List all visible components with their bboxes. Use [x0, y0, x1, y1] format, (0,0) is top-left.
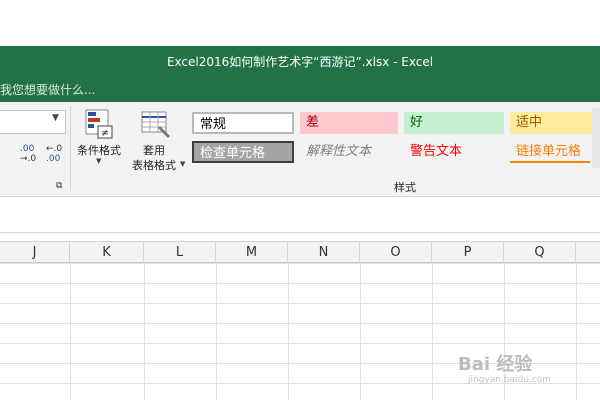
column-header-j[interactable]: J: [0, 242, 70, 263]
style-check-cell-label: 检查单元格: [200, 146, 266, 161]
window-title: Excel2016如何制作艺术字“西游记”.xlsx - Excel: [166, 55, 434, 69]
watermark-url: jingyan.baidu.com: [468, 375, 552, 385]
styles-group-label: 样式: [394, 181, 416, 194]
style-good-label: 好: [410, 115, 424, 130]
style-warning[interactable]: 警告文本: [404, 141, 504, 163]
style-check-cell[interactable]: 检查单元格: [192, 141, 294, 163]
style-normal-label: 常规: [200, 117, 227, 132]
column-header-l[interactable]: L: [144, 242, 216, 263]
style-neutral[interactable]: 适中: [510, 112, 600, 134]
style-bad[interactable]: 差: [300, 112, 398, 134]
increase-decimal-top: .00: [20, 144, 35, 154]
grid-line: [144, 263, 145, 400]
format-as-table-label-2: 表格格式: [132, 159, 176, 172]
conditional-formatting-icon: ≠: [85, 109, 113, 139]
increase-decimal-button[interactable]: .00 →.0: [20, 144, 40, 164]
column-header-q[interactable]: Q: [504, 242, 576, 263]
chevron-down-icon: ▼: [96, 157, 102, 165]
svg-text:≠: ≠: [101, 128, 109, 139]
style-explanatory-label: 解释性文本: [306, 144, 372, 159]
grid-line: [576, 263, 577, 400]
grid-line: [216, 263, 217, 400]
top-margin: [0, 0, 600, 46]
style-linked-cell[interactable]: 链接单元格: [510, 141, 590, 163]
formula-bar[interactable]: [0, 205, 600, 233]
style-normal[interactable]: 常规: [192, 112, 294, 134]
chevron-down-icon[interactable]: ▼: [52, 113, 59, 123]
tell-me-search[interactable]: 我您想要做什么...: [0, 81, 95, 98]
group-divider: [70, 106, 71, 191]
gallery-scrollbar[interactable]: [592, 108, 600, 168]
style-bad-label: 差: [306, 115, 320, 130]
watermark-logo: Bai 经验: [458, 354, 533, 375]
grid-line: [288, 263, 289, 400]
column-header-k[interactable]: K: [70, 242, 144, 263]
conditional-formatting-label: 条件格式: [77, 144, 121, 157]
column-header-m[interactable]: M: [216, 242, 288, 263]
column-header-o[interactable]: O: [360, 242, 432, 263]
grid-line: [360, 263, 361, 400]
format-as-table-label-1: 套用: [143, 144, 165, 157]
grid-line: [70, 263, 71, 400]
style-good[interactable]: 好: [404, 112, 504, 134]
format-as-table-button[interactable]: 套用 表格格式 ▼: [126, 106, 186, 172]
decrease-decimal-button[interactable]: ←.0 .00: [46, 144, 66, 164]
format-as-table-icon: [141, 111, 170, 138]
style-warning-label: 警告文本: [410, 144, 463, 159]
column-header-n[interactable]: N: [288, 242, 360, 263]
decrease-decimal-top: ←.0: [46, 144, 63, 154]
comma-style-icon[interactable]: ,: [0, 146, 1, 156]
style-neutral-label: 适中: [516, 115, 543, 130]
conditional-formatting-button[interactable]: ≠ 条件格式 ▼: [74, 106, 124, 168]
column-header-row: J K L M N O P Q: [0, 241, 600, 263]
grid-line: [432, 263, 433, 400]
increase-decimal-bottom: →.0: [20, 154, 37, 164]
style-linked-cell-label: 链接单元格: [516, 144, 582, 159]
column-header-p[interactable]: P: [432, 242, 504, 263]
number-dialog-launcher-icon[interactable]: ⧉: [56, 181, 62, 191]
chevron-down-icon: ▼: [180, 160, 186, 168]
style-explanatory[interactable]: 解释性文本: [300, 141, 398, 163]
decrease-decimal-bottom: .00: [46, 154, 61, 164]
